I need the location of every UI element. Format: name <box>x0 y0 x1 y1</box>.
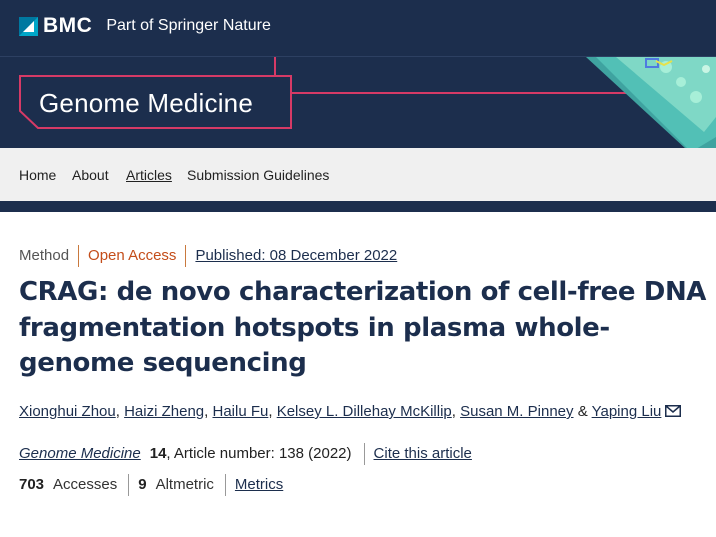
author-separator: , <box>115 403 120 420</box>
volume-number: 14 <box>149 445 167 462</box>
bmc-logo-link[interactable]: BMC Part of Springer Nature <box>19 14 271 37</box>
nav-home[interactable]: Home <box>19 167 56 183</box>
open-access-label: Open Access <box>88 247 177 264</box>
cite-this-article-link[interactable]: Cite this article <box>374 444 472 464</box>
author-separator: , <box>451 403 456 420</box>
author-link[interactable]: Xionghui Zhou <box>19 403 116 420</box>
author-link[interactable]: Haizi Zheng <box>124 403 204 420</box>
article-number: , Article number: 138 (2022) <box>166 445 352 462</box>
author-separator: & <box>577 403 588 420</box>
metrics-divider <box>224 474 226 496</box>
published-date-link[interactable]: Published: 08 December 2022 <box>195 246 397 266</box>
nav-submission-guidelines[interactable]: Submission Guidelines <box>187 167 329 183</box>
bmc-brand-name: BMC <box>43 14 93 37</box>
article-type: Method <box>19 247 70 264</box>
meta-divider <box>78 245 80 267</box>
nav-about[interactable]: About <box>72 167 109 183</box>
author-separator: , <box>204 403 209 420</box>
springer-nature-tagline: Part of Springer Nature <box>106 17 271 34</box>
altmetric-count: 9 <box>138 476 147 493</box>
journal-link[interactable]: Genome Medicine <box>19 444 141 464</box>
microscopy-art-image <box>586 57 716 148</box>
metrics-link[interactable]: Metrics <box>235 475 283 495</box>
author-list: Xionghui Zhou, Haizi Zheng, Hailu Fu, Ke… <box>19 402 682 423</box>
author-link[interactable]: Susan M. Pinney <box>460 403 573 420</box>
article-title: CRAG: de novo characterization of cell-f… <box>19 277 707 378</box>
nav-divider <box>0 201 716 212</box>
nav-articles[interactable]: Articles <box>126 167 172 183</box>
author-separator: , <box>268 403 273 420</box>
accesses-count: 703 <box>19 476 45 493</box>
email-icon[interactable] <box>665 403 682 423</box>
journal-title[interactable]: Genome Medicine <box>39 86 253 120</box>
altmetric-label: Altmetric <box>155 476 214 493</box>
citation-row: Genome Medicine 14 , Article number: 138… <box>19 443 472 465</box>
metrics-row: 703 Accesses 9 Altmetric Metrics <box>19 474 283 496</box>
author-link[interactable]: Yaping Liu <box>592 403 662 420</box>
site-header: BMC Part of Springer Nature <box>0 0 716 56</box>
journal-nav: Home About Articles Submission Guideline… <box>0 148 716 201</box>
author-link[interactable]: Kelsey L. Dillehay McKillip <box>277 403 452 420</box>
article-meta: Method Open Access Published: 08 Decembe… <box>19 245 397 267</box>
journal-banner: Genome Medicine <box>0 56 716 148</box>
bmc-logo-icon <box>19 16 38 36</box>
citation-divider <box>363 443 365 465</box>
meta-divider <box>185 245 187 267</box>
author-link[interactable]: Hailu Fu <box>212 403 268 420</box>
accesses-label: Accesses <box>53 476 118 493</box>
metrics-divider <box>128 474 130 496</box>
